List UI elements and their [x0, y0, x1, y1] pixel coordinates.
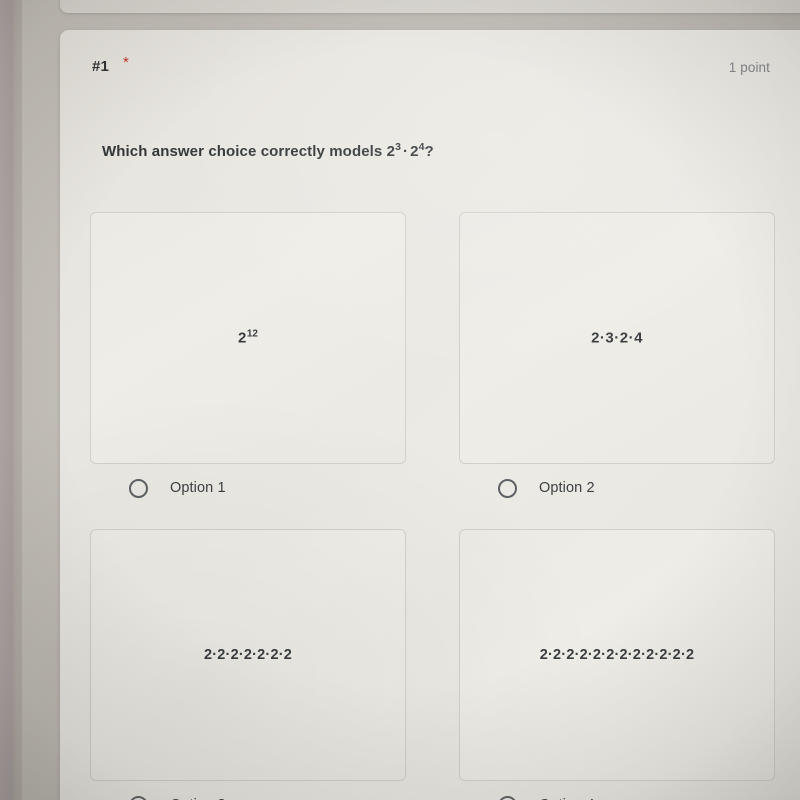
- option-2-label: Option 2: [539, 480, 595, 496]
- option-1-label: Option 1: [170, 480, 226, 496]
- radio-button-option-3[interactable]: [129, 796, 148, 800]
- option-1-expression: 212: [91, 328, 405, 347]
- option-1-choice-row[interactable]: Option 1: [90, 479, 408, 505]
- answer-option-4[interactable]: 2·2·2·2·2·2·2·2·2·2·2·2 Option 4: [459, 529, 777, 800]
- option-2-expression: 2·3·2·4: [591, 329, 643, 347]
- previous-question-card-partial: [60, 0, 800, 13]
- photo-of-screen: #1 * 1 point Which answer choice correct…: [0, 0, 800, 800]
- option-4-choice-row[interactable]: Option 4: [459, 796, 777, 800]
- radio-button-option-2[interactable]: [498, 479, 517, 498]
- option-3-choice-row[interactable]: Option 3: [90, 796, 408, 800]
- option-4-image[interactable]: 2·2·2·2·2·2·2·2·2·2·2·2: [459, 529, 775, 781]
- option-1-image[interactable]: 212: [90, 212, 406, 464]
- answer-options-grid: 212 Option 1 2·3·2·4 Option 2 2·2·2·2·2·…: [60, 30, 800, 800]
- option-3-expression: 2·2·2·2·2·2·2: [203, 647, 293, 663]
- answer-option-3[interactable]: 2·2·2·2·2·2·2 Option 3: [90, 529, 408, 800]
- option-2-choice-row[interactable]: Option 2: [459, 479, 777, 505]
- app-page-background: #1 * 1 point Which answer choice correct…: [22, 0, 800, 800]
- question-card: #1 * 1 point Which answer choice correct…: [60, 30, 800, 800]
- answer-option-1[interactable]: 212 Option 1: [90, 212, 408, 505]
- option-1-exponent: 12: [246, 328, 258, 340]
- answer-option-2[interactable]: 2·3·2·4 Option 2: [459, 212, 777, 505]
- option-4-expression: 2·2·2·2·2·2·2·2·2·2·2·2: [539, 647, 695, 663]
- option-1-base: 2: [238, 329, 247, 347]
- radio-button-option-1[interactable]: [129, 479, 148, 498]
- option-2-image[interactable]: 2·3·2·4: [459, 212, 775, 464]
- option-3-image[interactable]: 2·2·2·2·2·2·2: [90, 529, 406, 781]
- radio-button-option-4[interactable]: [498, 796, 517, 800]
